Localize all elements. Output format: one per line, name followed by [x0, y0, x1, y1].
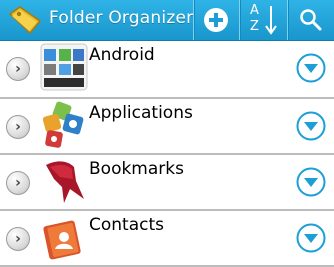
contacts-book-icon: [43, 220, 81, 260]
applications-icon: [42, 101, 84, 148]
list-item-label: Contacts: [89, 215, 164, 235]
list-item[interactable]: › Contacts: [0, 211, 334, 267]
list-item[interactable]: › Bookmarks: [0, 155, 334, 211]
search-icon: [300, 9, 322, 31]
sort-az-button[interactable]: A Z: [242, 0, 282, 40]
expand-button[interactable]: ›: [6, 227, 30, 251]
search-button[interactable]: [291, 0, 331, 40]
list-item[interactable]: › Applications: [0, 99, 334, 155]
list-item-label: Applications: [89, 103, 193, 123]
chevron-down-icon[interactable]: [296, 167, 326, 197]
expand-button[interactable]: ›: [6, 171, 30, 195]
chevron-right-icon: ›: [15, 231, 21, 247]
chevron-right-icon: ›: [15, 119, 21, 135]
sort-label-bottom: Z: [250, 19, 259, 34]
list-item[interactable]: › Android: [0, 41, 334, 99]
sort-label-top: A: [250, 3, 259, 18]
bookmarks-ribbon-icon: [46, 161, 84, 203]
chevron-right-icon: ›: [15, 61, 21, 77]
list-item-label: Android: [89, 45, 155, 65]
folder-tag-logo-icon: [8, 6, 42, 35]
add-folder-button[interactable]: [196, 0, 236, 40]
chevron-down-icon[interactable]: [296, 53, 326, 83]
chevron-down-icon[interactable]: [296, 111, 326, 141]
plus-circle-icon: [204, 8, 228, 32]
app-title: Folder Organizer: [49, 8, 194, 28]
top-toolbar: Folder Organizer A Z: [0, 0, 334, 41]
list-item-label: Bookmarks: [89, 159, 184, 179]
chevron-down-icon[interactable]: [296, 223, 326, 253]
android-folder-icon: [40, 43, 88, 91]
down-arrow-icon: [265, 6, 277, 35]
chevron-right-icon: ›: [15, 175, 21, 191]
expand-button[interactable]: ›: [6, 57, 30, 81]
expand-button[interactable]: ›: [6, 115, 30, 139]
toolbar-divider: [287, 0, 288, 40]
toolbar-divider: [239, 0, 240, 40]
folder-list: › Android › Applications › Bookmarks › C…: [0, 41, 334, 267]
sort-az-icon: A Z: [245, 3, 279, 37]
toolbar-divider: [193, 0, 194, 40]
